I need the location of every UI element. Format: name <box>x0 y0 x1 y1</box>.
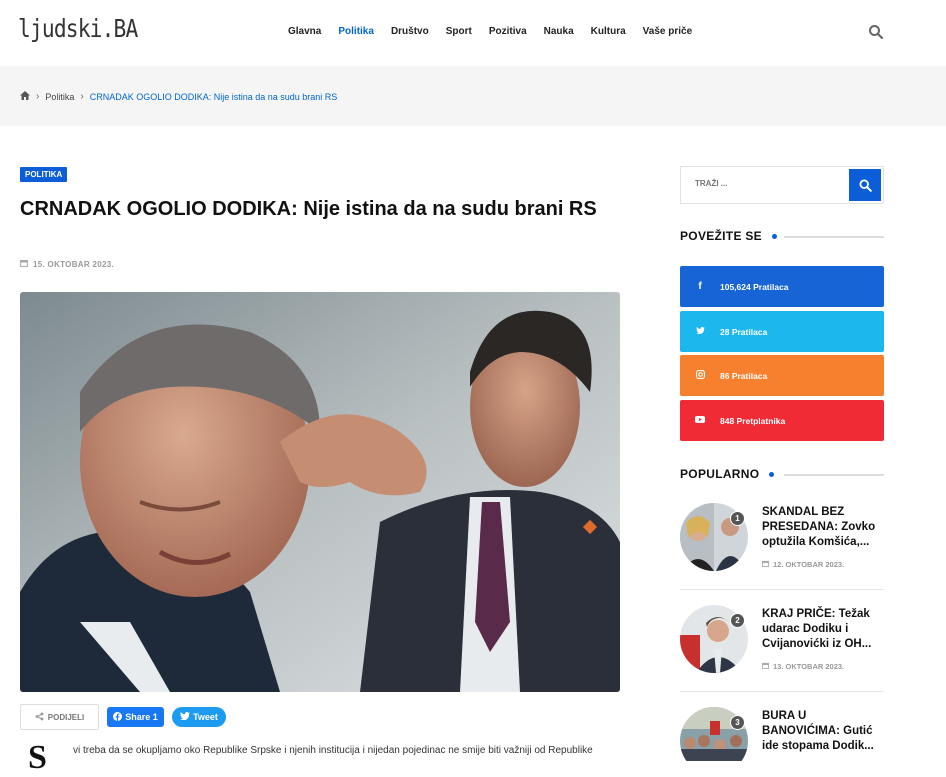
calendar-icon <box>20 259 28 269</box>
popular-heading-text: POPULARNO <box>680 467 760 481</box>
social-facebook-count: 105,624 Pratilaca <box>720 281 789 292</box>
nav-item-glavna[interactable]: Glavna <box>288 26 321 37</box>
nav-item-kultura[interactable]: Kultura <box>591 26 626 37</box>
heading-divider <box>784 236 884 238</box>
calendar-icon <box>762 662 769 671</box>
popular-date: 13. OKTOBAR 2023. <box>762 662 844 671</box>
share-label: PODIJELI <box>47 712 85 722</box>
sidebar-search-button[interactable] <box>849 169 881 201</box>
share-button[interactable]: PODIJELI <box>20 704 99 730</box>
site-logo[interactable]: ljudski.BA <box>18 14 138 43</box>
popular-title[interactable]: SKANDAL BEZ PRESEDANA: Zovko optužila Ko… <box>762 505 884 550</box>
share-row: PODIJELI Share 1 Tweet <box>20 704 226 730</box>
article-date-text: 15. OKTOBAR 2023. <box>33 259 114 269</box>
popular-item[interactable]: 1 SKANDAL BEZ PRESEDANA: Zovko optužila … <box>680 503 884 575</box>
social-instagram-count: 86 Pratilaca <box>720 370 768 381</box>
instagram-icon <box>680 369 720 382</box>
search-icon <box>858 178 872 192</box>
tweet-button[interactable]: Tweet <box>172 707 226 727</box>
heading-dot <box>769 471 775 477</box>
calendar-icon <box>762 560 769 569</box>
popular-rank-badge: 3 <box>730 715 745 730</box>
popular-date-text: 13. OKTOBAR 2023. <box>773 662 845 671</box>
connect-heading: POVEŽITE SE <box>680 229 777 243</box>
facebook-icon: f <box>698 281 702 292</box>
chevron-right-icon: › <box>36 91 40 102</box>
category-badge[interactable]: POLITIKA <box>20 167 68 182</box>
popular-rank-badge: 2 <box>730 613 745 628</box>
popular-title[interactable]: KRAJ PRIČE: Težak udarac Dodiku i Cvijan… <box>762 607 884 652</box>
social-twitter[interactable]: 28 Pratilaca <box>680 311 884 352</box>
nav-item-nauka[interactable]: Nauka <box>544 26 574 37</box>
article-hero-image <box>20 292 620 692</box>
popular-date: 12. OKTOBAR 2023. <box>762 560 844 569</box>
nav-item-pozitiva[interactable]: Pozitiva <box>489 26 527 37</box>
heading-divider <box>784 474 884 476</box>
popular-date-text: 12. OKTOBAR 2023. <box>773 560 845 569</box>
article-dropcap: S <box>28 739 47 776</box>
popular-divider <box>680 589 884 590</box>
article-body-text: vi treba da se okupljamo oko Republike S… <box>73 745 593 756</box>
heading-dot <box>772 233 777 239</box>
popular-title[interactable]: BURA U BANOVIĆIMA: Gutić ide stopama Dod… <box>762 709 884 754</box>
popular-item[interactable]: 3 BURA U BANOVIĆIMA: Gutić ide stopama D… <box>680 707 884 761</box>
article-title: CRNADAK OGOLIO DODIKA: Nije istina da na… <box>20 198 597 220</box>
popular-heading: POPULARNO <box>680 467 775 481</box>
breadcrumb-band: › Politika › CRNADAK OGOLIO DODIKA: Nije… <box>0 66 946 126</box>
home-icon[interactable] <box>20 91 30 102</box>
share-icon <box>35 712 44 723</box>
youtube-icon <box>680 415 720 426</box>
search-icon[interactable] <box>868 24 884 40</box>
facebook-share-label: Share 1 <box>125 712 158 722</box>
twitter-icon <box>180 712 191 722</box>
nav-item-vase-price[interactable]: Vaše priče <box>643 26 692 37</box>
nav-item-politika[interactable]: Politika <box>338 26 374 37</box>
social-youtube[interactable]: 848 Pretplatnika <box>680 400 884 441</box>
connect-heading-text: POVEŽITE SE <box>680 229 762 243</box>
facebook-icon <box>113 711 123 723</box>
nav-item-sport[interactable]: Sport <box>446 26 472 37</box>
social-instagram[interactable]: 86 Pratilaca <box>680 355 884 396</box>
breadcrumb-current: CRNADAK OGOLIO DODIKA: Nije istina da na… <box>89 91 338 102</box>
breadcrumb-item-politika[interactable]: Politika <box>45 92 74 102</box>
chevron-right-icon: › <box>80 91 84 102</box>
popular-item[interactable]: 2 KRAJ PRIČE: Težak udarac Dodiku i Cvij… <box>680 605 884 677</box>
tweet-label: Tweet <box>193 712 218 722</box>
nav-item-drustvo[interactable]: Društvo <box>391 26 429 37</box>
popular-rank-badge: 1 <box>730 511 745 526</box>
sidebar-search-input[interactable] <box>695 179 835 188</box>
twitter-icon <box>680 326 720 337</box>
social-twitter-count: 28 Pratilaca <box>720 326 768 337</box>
social-youtube-count: 848 Pretplatnika <box>720 415 786 426</box>
facebook-share-button[interactable]: Share 1 <box>107 707 164 727</box>
site-header: ljudski.BA Glavna Politika Društvo Sport… <box>0 0 946 66</box>
main-nav: Glavna Politika Društvo Sport Pozitiva N… <box>288 26 709 37</box>
social-facebook[interactable]: f 105,624 Pratilaca <box>680 266 884 307</box>
popular-divider <box>680 691 884 692</box>
breadcrumb: › Politika › CRNADAK OGOLIO DODIKA: Nije… <box>20 91 337 102</box>
article-date: 15. OKTOBAR 2023. <box>20 259 114 269</box>
sidebar-search <box>680 166 884 204</box>
